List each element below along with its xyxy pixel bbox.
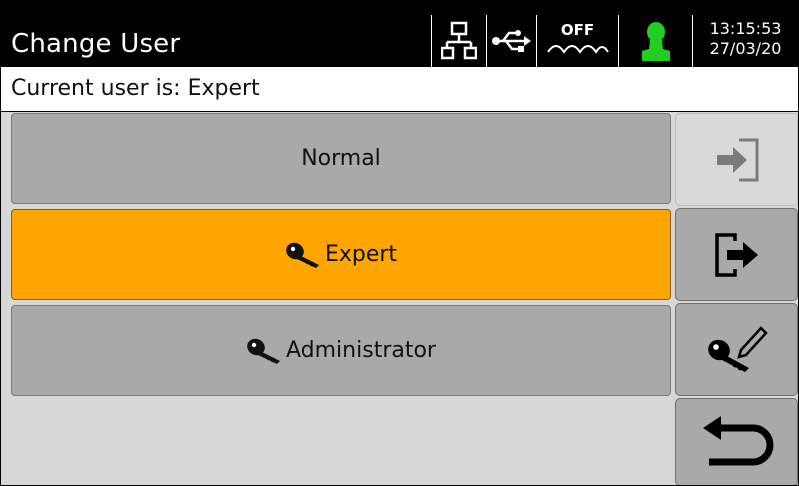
key-icon (247, 338, 280, 364)
page-title: Change User (11, 29, 181, 59)
header-bar: Change User OFF 13:15:53 27/03/20 (1, 1, 798, 67)
current-user-bar: Current user is: Expert (1, 67, 798, 112)
clock-date: 27/03/20 (709, 39, 782, 58)
screen: Change User OFF 13:15:53 27/03/20 Curren… (0, 0, 799, 486)
network-status (431, 15, 487, 67)
user-option-administrator[interactable]: Administrator (11, 305, 671, 396)
usb-status (486, 15, 537, 67)
water-wave-icon (546, 45, 609, 54)
heater-status: OFF (537, 15, 619, 67)
change-password-button[interactable] (675, 303, 798, 396)
network-icon (441, 21, 477, 60)
user-option-label: Administrator (286, 338, 436, 363)
heater-state-label: OFF (560, 21, 595, 39)
back-arrow-icon (702, 416, 773, 466)
back-button[interactable] (675, 398, 798, 485)
date-time: 13:15:53 27/03/20 (693, 15, 798, 67)
user-option-normal[interactable]: Normal (11, 113, 671, 204)
user-option-label: Normal (301, 146, 381, 171)
user-status (619, 15, 693, 67)
usb-icon (492, 30, 531, 52)
login-button[interactable] (675, 113, 798, 206)
key-edit-icon (707, 325, 768, 372)
logout-icon (714, 232, 758, 277)
clock-time: 13:15:53 (709, 19, 782, 38)
login-icon (716, 138, 758, 181)
user-icon (641, 22, 670, 61)
current-user-text: Current user is: Expert (11, 76, 260, 101)
logout-button[interactable] (675, 208, 798, 301)
key-icon (286, 242, 319, 268)
user-option-expert[interactable]: Expert (11, 209, 671, 300)
user-option-label: Expert (324, 242, 398, 267)
